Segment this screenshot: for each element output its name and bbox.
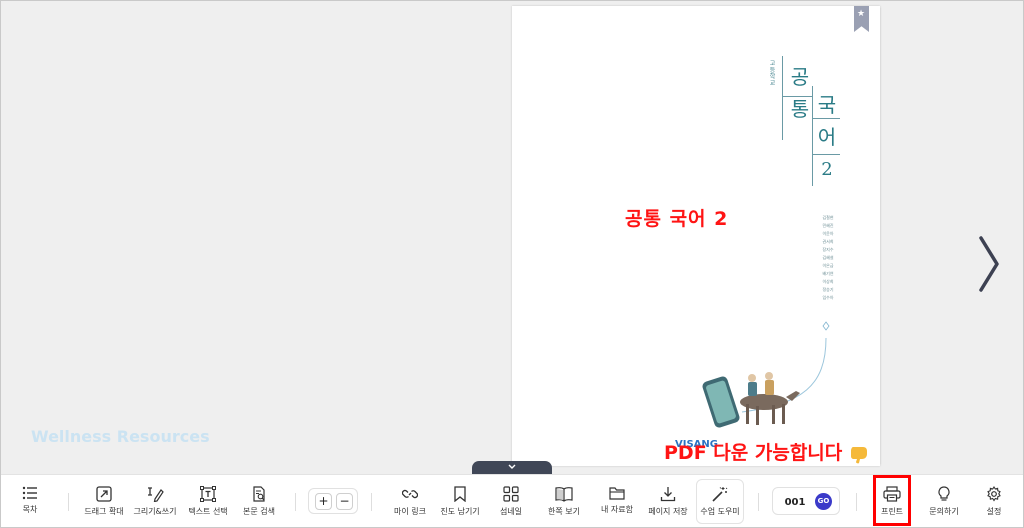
drag-zoom-button[interactable]: 드래그 확대 <box>81 475 127 528</box>
author-name: 이상희 <box>822 279 834 284</box>
author-name: 이은금 <box>822 263 834 268</box>
toc-label: 목차 <box>22 505 38 514</box>
bookmark-icon <box>454 486 466 502</box>
author-name: 정승기 <box>822 287 834 292</box>
body-search-button[interactable]: 본문 검색 <box>237 475 281 528</box>
author-name: 민혜진 <box>822 223 834 228</box>
class-helper-button[interactable]: 수업 도우미 <box>696 479 744 524</box>
title-frame-line <box>782 128 783 140</box>
toolbar-divider <box>68 493 69 511</box>
cover-illustration <box>702 372 800 428</box>
bottom-toolbar: 목차 드래그 확대 그리기&쓰기 텍스트 선택 본문 검색 + − 마이 링크 … <box>1 474 1023 527</box>
title-annotation: 공통 국어 2 <box>625 208 729 230</box>
author-name: 임수아 <box>822 295 834 300</box>
save-page-button[interactable]: 페이지 저장 <box>645 475 691 528</box>
author-list: 김철현 민혜진 이윤아 권서희 장지수 김혜설 이은금 배기연 이상희 정승기 … <box>819 214 837 302</box>
title-char: 통 <box>790 97 810 121</box>
page-number-input[interactable] <box>781 495 809 509</box>
chevron-down-icon <box>508 464 516 469</box>
toolbar-divider <box>758 493 759 511</box>
my-link-label: 마이 링크 <box>394 507 426 516</box>
expand-icon <box>96 486 112 502</box>
thumbnail-button[interactable]: 섬네일 <box>491 475 531 528</box>
page-jump-control: GO <box>772 487 840 515</box>
open-book-icon <box>555 487 573 502</box>
pen-icon <box>148 487 164 502</box>
toolbar-divider <box>295 493 296 511</box>
grid-icon <box>503 486 519 502</box>
class-helper-label: 수업 도우미 <box>700 507 740 516</box>
thumbnail-label: 섬네일 <box>499 507 523 516</box>
zoom-control: + − <box>308 488 358 514</box>
folder-icon <box>609 487 625 500</box>
star-icon: ★ <box>857 9 866 19</box>
print-highlight-box <box>873 475 911 526</box>
book-cover-page: ★ 고등학교 공 통 국 어 2 김철현 민혜진 이윤아 권서희 장지수 김혜설… <box>512 6 880 466</box>
magic-wand-icon <box>712 487 728 502</box>
drag-zoom-label: 드래그 확대 <box>84 507 124 516</box>
series-label: 고등학교 <box>768 60 775 86</box>
inquiry-label: 문의하기 <box>929 507 959 516</box>
lightbulb-icon <box>938 486 950 501</box>
list-icon <box>22 486 37 500</box>
author-name: 장지수 <box>822 247 834 252</box>
title-frame-line <box>812 86 813 186</box>
title-char: 공 <box>790 65 810 89</box>
watermark-text: Wellness Resources <box>31 427 210 446</box>
go-button[interactable]: GO <box>815 493 832 510</box>
zoom-in-button[interactable]: + <box>315 493 332 510</box>
link-icon <box>402 489 418 499</box>
settings-label: 설정 <box>986 507 1002 516</box>
toolbar-collapse-toggle[interactable] <box>472 461 552 474</box>
title-frame-line <box>782 56 783 128</box>
text-select-button[interactable]: 텍스트 선택 <box>184 475 232 528</box>
pdf-annotation: PDF 다운 가능합니다 <box>664 438 871 465</box>
title-char: 2 <box>821 159 833 180</box>
pointing-hand-icon <box>850 446 867 463</box>
author-name: 김혜설 <box>822 255 834 260</box>
pdf-annotation-text: PDF 다운 가능합니다 <box>664 442 843 464</box>
progress-bookmark-button[interactable]: 진도 남기기 <box>437 475 483 528</box>
progress-bookmark-label: 진도 남기기 <box>440 507 480 516</box>
text-select-icon <box>200 486 216 502</box>
title-char: 어 <box>817 125 837 149</box>
author-name: 이윤아 <box>822 231 834 236</box>
my-materials-button[interactable]: 내 자료함 <box>595 475 639 528</box>
next-page-chevron-icon[interactable] <box>972 232 1006 296</box>
toolbar-divider <box>371 493 372 511</box>
download-icon <box>660 487 676 502</box>
save-page-label: 페이지 저장 <box>648 507 688 516</box>
draw-write-label: 그리기&쓰기 <box>133 507 177 516</box>
title-char: 국 <box>817 93 837 117</box>
settings-button[interactable]: 설정 <box>979 475 1009 528</box>
toolbar-divider <box>856 493 857 511</box>
author-name: 배기연 <box>822 271 834 276</box>
title-frame-line <box>812 154 840 155</box>
toc-button[interactable]: 목차 <box>13 475 47 528</box>
title-frame-line <box>812 118 840 119</box>
author-name: 권서희 <box>822 239 834 244</box>
inquiry-button[interactable]: 문의하기 <box>923 475 965 528</box>
my-link-button[interactable]: 마이 링크 <box>388 475 432 528</box>
single-page-label: 한쪽 보기 <box>548 507 580 516</box>
my-materials-label: 내 자료함 <box>601 505 633 514</box>
zoom-out-button[interactable]: − <box>336 493 353 510</box>
gear-icon <box>987 486 1001 502</box>
author-name: 김철현 <box>822 215 834 220</box>
body-search-label: 본문 검색 <box>243 507 275 516</box>
document-search-icon <box>253 486 265 502</box>
draw-write-button[interactable]: 그리기&쓰기 <box>131 475 179 528</box>
single-page-button[interactable]: 한쪽 보기 <box>541 475 587 528</box>
text-select-label: 텍스트 선택 <box>188 507 228 516</box>
